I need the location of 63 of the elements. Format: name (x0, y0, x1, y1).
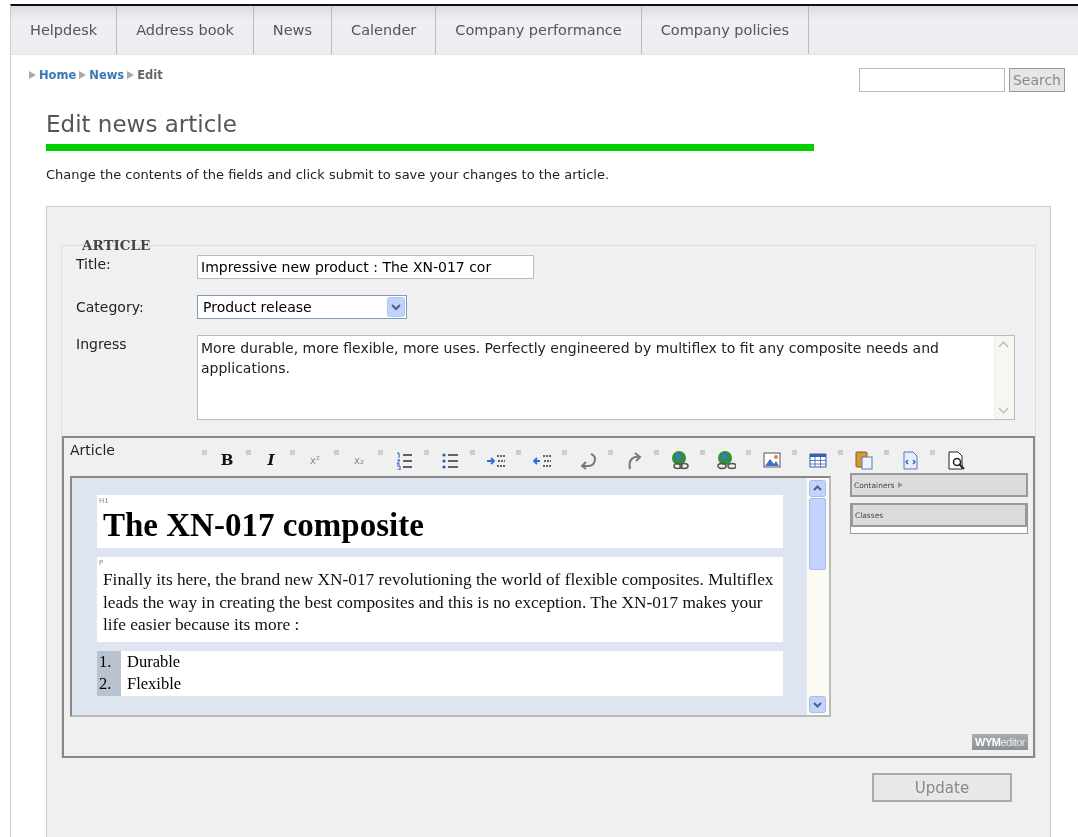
table-icon[interactable] (808, 450, 828, 470)
toolbar-separator (516, 450, 521, 455)
nav-tab[interactable]: News (253, 6, 333, 54)
scroll-thumb[interactable] (808, 498, 826, 570)
italic-button[interactable]: I (262, 450, 280, 470)
toolbar-separator (470, 450, 475, 455)
clipboard-icon[interactable] (854, 450, 874, 470)
numbered-list-icon[interactable] (394, 450, 414, 470)
breadcrumb-current: Edit (137, 68, 163, 82)
intro-text: Change the contents of the fields and click submit to save your changes to the article. (46, 167, 611, 182)
nav-tab[interactable]: Company policies (641, 6, 809, 54)
image-icon[interactable] (762, 450, 782, 470)
toolbar-separator (792, 450, 797, 455)
ingress-field[interactable]: More durable, more flexible, more uses. Perfectly engineered by multiflex to fit any composite needs and applications. (197, 335, 1015, 420)
search-field[interactable] (858, 68, 1005, 92)
scrollbar[interactable] (806, 478, 829, 715)
editor-logo: WYMeditor (972, 734, 1028, 750)
toolbar-separator (930, 450, 935, 455)
toolbar-separator (424, 450, 429, 455)
toolbar-separator (290, 450, 295, 455)
toolbar-separator (700, 450, 705, 455)
editing-area[interactable] (70, 476, 831, 717)
title-field[interactable]: Impressive new product : The XN-017 cor (197, 255, 534, 279)
toolbar-separator (746, 450, 751, 455)
nav-tab[interactable]: Helpdesk (11, 6, 118, 54)
list-item: Flexible (126, 673, 182, 695)
breadcrumb-arrow-icon (79, 71, 87, 79)
field-label: Category: (76, 298, 145, 316)
page-heading: Edit news article (46, 110, 238, 139)
article-heading: The XN-017 composite (103, 507, 425, 543)
field-label: Article (70, 441, 116, 458)
toolbar-separator (378, 450, 383, 455)
fieldset-legend: ARTICLE (74, 238, 159, 252)
list-number: 1. (97, 650, 121, 673)
toolbar-separator (562, 450, 567, 455)
toolbar-separator (202, 450, 207, 455)
breadcrumb-arrow-icon (127, 71, 135, 79)
toolbar-separator (838, 450, 843, 455)
undo-icon[interactable] (578, 450, 598, 470)
list-number: 2. (97, 673, 121, 696)
toolbar-separator (334, 450, 339, 455)
preview-icon[interactable] (946, 450, 966, 470)
globe-link-icon[interactable] (670, 450, 690, 470)
code-document-icon[interactable] (900, 450, 920, 470)
breadcrumb-link[interactable]: Home (39, 68, 77, 82)
scroll-down-icon[interactable] (809, 696, 827, 713)
list-item: Durable (126, 650, 181, 673)
globe-broken-link-icon[interactable] (716, 450, 736, 470)
toolbar-separator (654, 450, 659, 455)
breadcrumb-arrow-icon (29, 71, 36, 79)
bold-button[interactable]: B (218, 450, 236, 470)
scroll-up-icon[interactable] (809, 480, 827, 497)
breadcrumb-link[interactable]: News (89, 68, 125, 82)
nav-tab[interactable]: Company performance (436, 6, 642, 54)
field-label: Ingress (76, 335, 128, 353)
article-paragraph: Finally its here, the brand new XN-017 revolutioning the world of flexible composites. Multiflex leads the way in creating the best composites and this is no exception. The XN-017 makes your life easier because its more : (103, 569, 775, 636)
toolbar-separator (608, 450, 613, 455)
nav-tab[interactable]: Address book (117, 6, 254, 54)
nav-tab[interactable]: Calender (332, 6, 437, 54)
field-label: Title: (76, 255, 112, 273)
category-dropdown[interactable]: Product release (197, 295, 407, 319)
toolbar-separator (884, 450, 889, 455)
toolbar-separator (246, 450, 251, 455)
